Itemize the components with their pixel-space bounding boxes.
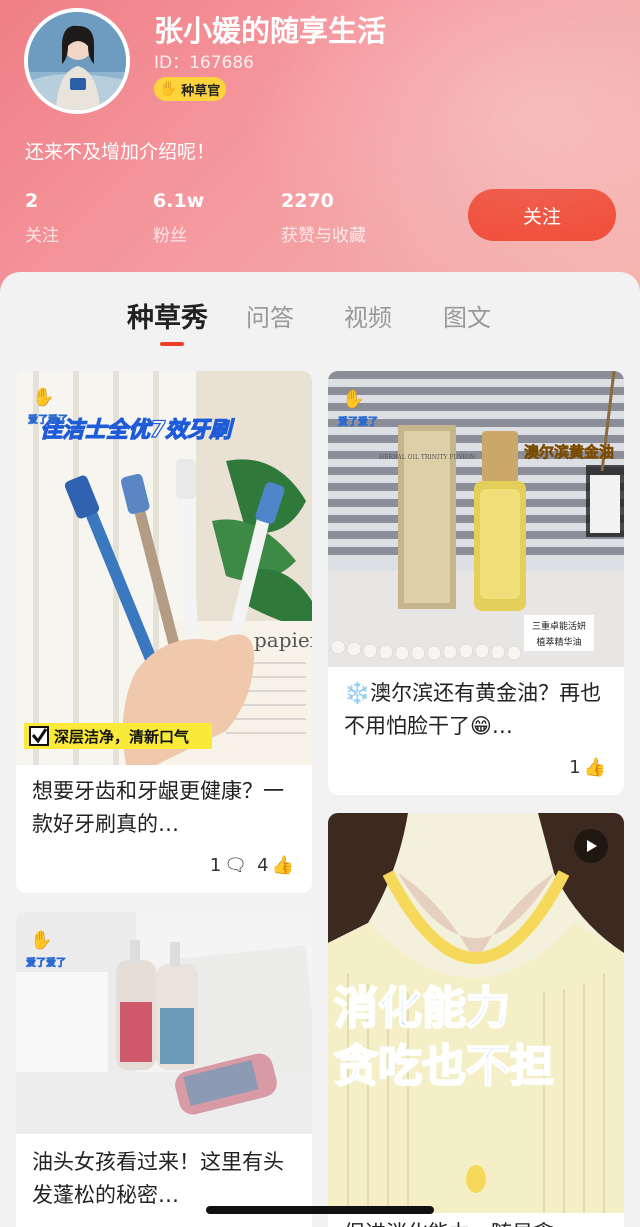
avatar[interactable] xyxy=(24,8,130,114)
sticker-hand-icon: ✋ xyxy=(32,386,54,408)
post-image: 消化能力 贪吃也不担 xyxy=(328,813,624,1213)
like-count[interactable]: 4 👍 xyxy=(257,855,294,876)
like-count[interactable]: 1 👍 xyxy=(569,757,606,778)
overlay-title: 澳尔滨黄金油 xyxy=(524,443,614,461)
post-title: 油头女孩看过来！这里有头发蓬松的秘密… xyxy=(32,1150,284,1207)
hand-icon: ✋ xyxy=(159,81,178,97)
post-title: 想要牙齿和牙龈更健康？一款好牙刷真的… xyxy=(32,779,284,836)
stat-value: 2270 xyxy=(281,190,334,212)
stat-likes[interactable]: 2270 获赞与收藏 xyxy=(281,190,366,246)
stat-value: 2 xyxy=(25,190,39,212)
post-card[interactable]: ✋ 爱了爱了 油头女孩看过来！这里有头发蓬松的秘密… xyxy=(16,912,312,1227)
comment-count[interactable]: 1 🗨 xyxy=(210,855,247,876)
overlay-line: 消化能力 xyxy=(334,983,510,1034)
sticker-label: 爱了爱了 xyxy=(338,415,378,428)
thumbs-up-icon: 👍 xyxy=(583,757,606,778)
sticker-label: 爱了爱了 xyxy=(28,413,68,426)
overlay-line: 贪吃也不担 xyxy=(334,1041,554,1092)
stat-label: 粉丝 xyxy=(153,226,187,246)
thumbs-up-icon: 👍 xyxy=(271,855,294,876)
tab-qa[interactable]: 问答 xyxy=(246,298,294,333)
tab-bar: 种草秀 问答 视频 图文 xyxy=(0,272,640,352)
post-image: HERBAL OIL TRINITY FUSION 三重卓能活妍 植萃精华油 澳… xyxy=(328,371,624,667)
post-image: papier xyxy=(16,371,312,765)
tab-zhongcaoxiu[interactable]: 种草秀 xyxy=(127,296,208,335)
post-card[interactable]: 消化能力 贪吃也不担 促进消化能力，随显贪 xyxy=(328,813,624,1227)
tab-article[interactable]: 图文 xyxy=(443,298,491,333)
post-card[interactable]: papier xyxy=(16,371,312,893)
post-meta: 1 👍 xyxy=(569,757,606,778)
stat-following[interactable]: 2 关注 xyxy=(25,190,59,246)
tab-indicator xyxy=(160,342,184,346)
post-meta: 1 🗨 4 👍 xyxy=(210,855,294,876)
sticker-hand-icon: ✋ xyxy=(30,929,52,951)
comment-icon: 🗨 xyxy=(224,855,248,876)
sticker-label: 爱了爱了 xyxy=(26,956,66,969)
stat-fans[interactable]: 6.1w 粉丝 xyxy=(153,190,204,246)
post-card[interactable]: HERBAL OIL TRINITY FUSION 三重卓能活妍 植萃精华油 澳… xyxy=(328,371,624,795)
tab-video[interactable]: 视频 xyxy=(344,298,392,333)
post-title-text: 澳尔滨还有黄金油？再也不用怕脸干了😁… xyxy=(344,681,602,738)
sticker-hand-icon: ✋ xyxy=(342,388,364,410)
post-image: ✋ 爱了爱了 xyxy=(16,912,312,1134)
play-icon[interactable] xyxy=(574,829,608,863)
like-count-value: 1 xyxy=(569,757,581,778)
user-id: ID：167686 xyxy=(154,53,254,73)
label-line: 三重卓能活妍 xyxy=(532,620,586,632)
paper-text: papier xyxy=(254,628,312,652)
status-badge[interactable]: ✋ 种草官 xyxy=(154,77,226,101)
username: 张小媛的随享生活 xyxy=(154,14,387,48)
post-title: 促进消化能力，随显贪 xyxy=(344,1217,614,1227)
bio: 还来不及增加介绍呢！ xyxy=(25,141,216,163)
post-title: ❄️澳尔滨还有黄金油？再也不用怕脸干了😁… xyxy=(344,677,614,743)
stat-label: 获赞与收藏 xyxy=(281,226,366,246)
label-line: 植萃精华油 xyxy=(536,636,581,648)
overlay-caption: 深层洁净，清新口气 xyxy=(54,728,189,746)
content-panel: 种草秀 问答 视频 图文 papier xyxy=(0,272,640,1227)
follow-button[interactable]: 关注 xyxy=(468,189,616,241)
stat-label: 关注 xyxy=(25,226,59,246)
comment-count-value: 1 xyxy=(209,855,222,876)
avatar-image xyxy=(28,12,126,110)
home-indicator xyxy=(206,1206,434,1214)
box-text: HERBAL OIL TRINITY FUSION xyxy=(379,454,475,461)
badge-label: 种草官 xyxy=(181,83,221,99)
snowflake-icon: ❄️ xyxy=(344,681,371,705)
profile-header: 张小媛的随享生活 ID：167686 ✋ 种草官 还来不及增加介绍呢！ 2 关注… xyxy=(0,0,640,300)
stat-value: 6.1w xyxy=(153,190,205,212)
like-count-value: 4 xyxy=(257,855,269,876)
overlay-title: 佳洁士全优7效牙刷 xyxy=(40,417,235,443)
